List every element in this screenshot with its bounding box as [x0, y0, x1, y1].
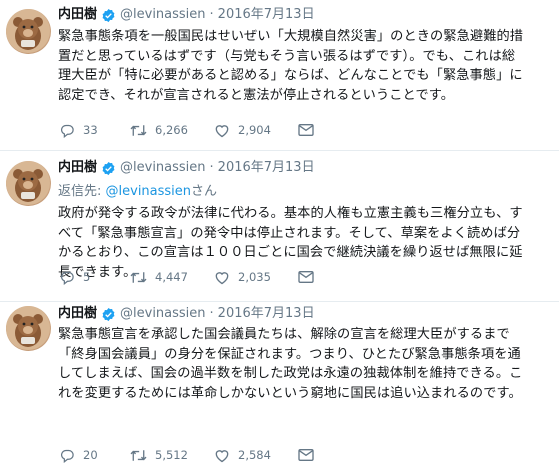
tweet-text: 緊急事態条項を一般国民はせいぜい「大規模自然災害」のときの緊急避難的措 置だと思… — [58, 27, 551, 105]
heart-icon — [215, 271, 229, 284]
tweet-text: 緊急事態宣言を承認した国会議員たちは、解除の宣言を総理大臣がするまで 「終身国会… — [58, 325, 551, 403]
author-name[interactable]: 内田樹 — [58, 5, 97, 25]
tweet-header: 内田樹 @levinassien · 2016年7月13日 — [58, 158, 551, 178]
reply-icon — [61, 124, 74, 138]
tweet-header: 内田樹 @levinassien · 2016年7月13日 — [58, 5, 551, 25]
separator-dot: · — [209, 306, 214, 321]
tweet-text-line: 緊急事態宣言を承認した国会議員たちは、解除の宣言を総理大臣がするまで — [58, 327, 510, 342]
direct-message-button[interactable] — [298, 270, 314, 284]
reply-icon — [61, 449, 74, 463]
like-count: 2,584 — [238, 448, 271, 462]
retweet-button[interactable]: 4,447 — [130, 270, 214, 285]
reply-button[interactable]: 20 — [60, 448, 130, 463]
verified-badge-icon — [102, 8, 115, 22]
tweet-divider — [0, 150, 559, 151]
verified-badge-icon — [102, 161, 115, 175]
tweet-2[interactable]: 内田樹 @levinassien · 2016年7月13日 返信先: @levi… — [0, 158, 559, 310]
tweet-text-line: べて「緊急事態宣言」の発令中は停止されます。そして、草案をよく読めば分 — [58, 225, 521, 241]
author-name[interactable]: 内田樹 — [58, 304, 97, 324]
retweet-button[interactable]: 5,512 — [130, 448, 214, 463]
reply-count: 20 — [83, 448, 98, 462]
like-count: 2,904 — [238, 123, 271, 137]
tweet-header: 内田樹 @levinassien · 2016年7月13日 — [58, 304, 551, 324]
author-name[interactable]: 内田樹 — [58, 158, 97, 178]
envelope-icon — [298, 271, 314, 283]
tweet-text-line: れを変更するためには革命しかないという窮地に国民は追い込まれるのです。 — [58, 385, 522, 401]
tweet-actions: 20 5,512 2,584 — [60, 445, 314, 465]
reply-icon — [61, 271, 74, 285]
tweet-text-line: してしまえば、国会の過半数を制した政党は永遠の独裁体制を維持できる。こ — [58, 366, 523, 382]
tweet-3[interactable]: 内田樹 @levinassien · 2016年7月13日 緊急事態宣言を承認し… — [0, 304, 559, 470]
separator-dot: · — [209, 160, 214, 175]
retweet-icon — [130, 124, 147, 136]
like-button[interactable]: 2,904 — [214, 123, 298, 138]
tweet-divider — [0, 301, 559, 302]
tweet-date[interactable]: 2016年7月13日 — [218, 304, 315, 324]
author-handle[interactable]: @levinassien — [120, 158, 206, 178]
separator-dot: · — [209, 7, 214, 22]
tweet-actions: 33 6,266 2,904 — [60, 120, 314, 140]
direct-message-button[interactable] — [298, 448, 314, 462]
reply-count: 33 — [83, 123, 98, 137]
heart-icon — [215, 449, 229, 462]
avatar-image — [6, 161, 50, 205]
author-handle[interactable]: @levinassien — [120, 5, 206, 25]
tweet-text-line: 理大臣が「特に必要があると認める」ならば、どんなことでも「緊急事態」に — [58, 68, 523, 84]
avatar[interactable] — [6, 306, 51, 351]
reply-count: 5 — [83, 270, 91, 284]
reply-to-line: 返信先: @levinassienさん — [58, 182, 551, 201]
direct-message-button[interactable] — [298, 123, 314, 137]
avatar-image — [6, 306, 50, 350]
reply-to-prefix: 返信先: — [58, 184, 106, 199]
like-button[interactable]: 2,584 — [214, 448, 298, 463]
tweet-text-line: 認定でき、それが宣言されると憲法が停止されるということです。 — [58, 87, 454, 103]
retweet-count: 4,447 — [155, 270, 188, 284]
reply-to-suffix: さん — [191, 184, 218, 199]
retweet-icon — [130, 449, 147, 461]
tweet-text-line: 政府が発令する政令が法律に代わる。基本的人権も立憲主義も三権分立も、す — [58, 206, 523, 221]
reply-button[interactable]: 5 — [60, 270, 130, 285]
tweet-1[interactable]: 内田樹 @levinassien · 2016年7月13日 緊急事態条項を一般国… — [0, 5, 559, 155]
tweet-date[interactable]: 2016年7月13日 — [218, 5, 315, 25]
tweet-date[interactable]: 2016年7月13日 — [218, 158, 315, 178]
retweet-count: 5,512 — [155, 448, 188, 462]
tweet-text-line: かるとおり、この宣言は１００日ごとに国会で継続決議を繰り返せば無限に延 — [58, 245, 523, 261]
retweet-button[interactable]: 6,266 — [130, 123, 214, 138]
reply-button[interactable]: 33 — [60, 123, 130, 138]
tweet-text-line: 緊急事態条項を一般国民はせいぜい「大規模自然災害」のときの緊急避難的措 — [58, 29, 524, 44]
avatar-image — [6, 9, 50, 53]
avatar[interactable] — [6, 161, 51, 206]
author-handle[interactable]: @levinassien — [120, 304, 206, 324]
reply-to-mention[interactable]: @levinassien — [106, 184, 192, 199]
avatar[interactable] — [6, 9, 51, 54]
retweet-icon — [130, 271, 147, 283]
like-count: 2,035 — [238, 270, 271, 284]
tweet-text-line: 置だと思っているはずです（与党もそう言い張るはずです）。でも、これは総 — [58, 48, 516, 64]
heart-icon — [215, 124, 229, 137]
tweet-text-line: 「終身国会議員」の身分を保証されます。つまり、ひとたび緊急事態条項を通 — [58, 346, 521, 362]
tweet-actions: 5 4,447 2,035 — [60, 267, 314, 287]
like-button[interactable]: 2,035 — [214, 270, 298, 285]
envelope-icon — [298, 124, 314, 136]
retweet-count: 6,266 — [155, 123, 188, 137]
verified-badge-icon — [102, 307, 115, 321]
envelope-icon — [298, 449, 314, 461]
